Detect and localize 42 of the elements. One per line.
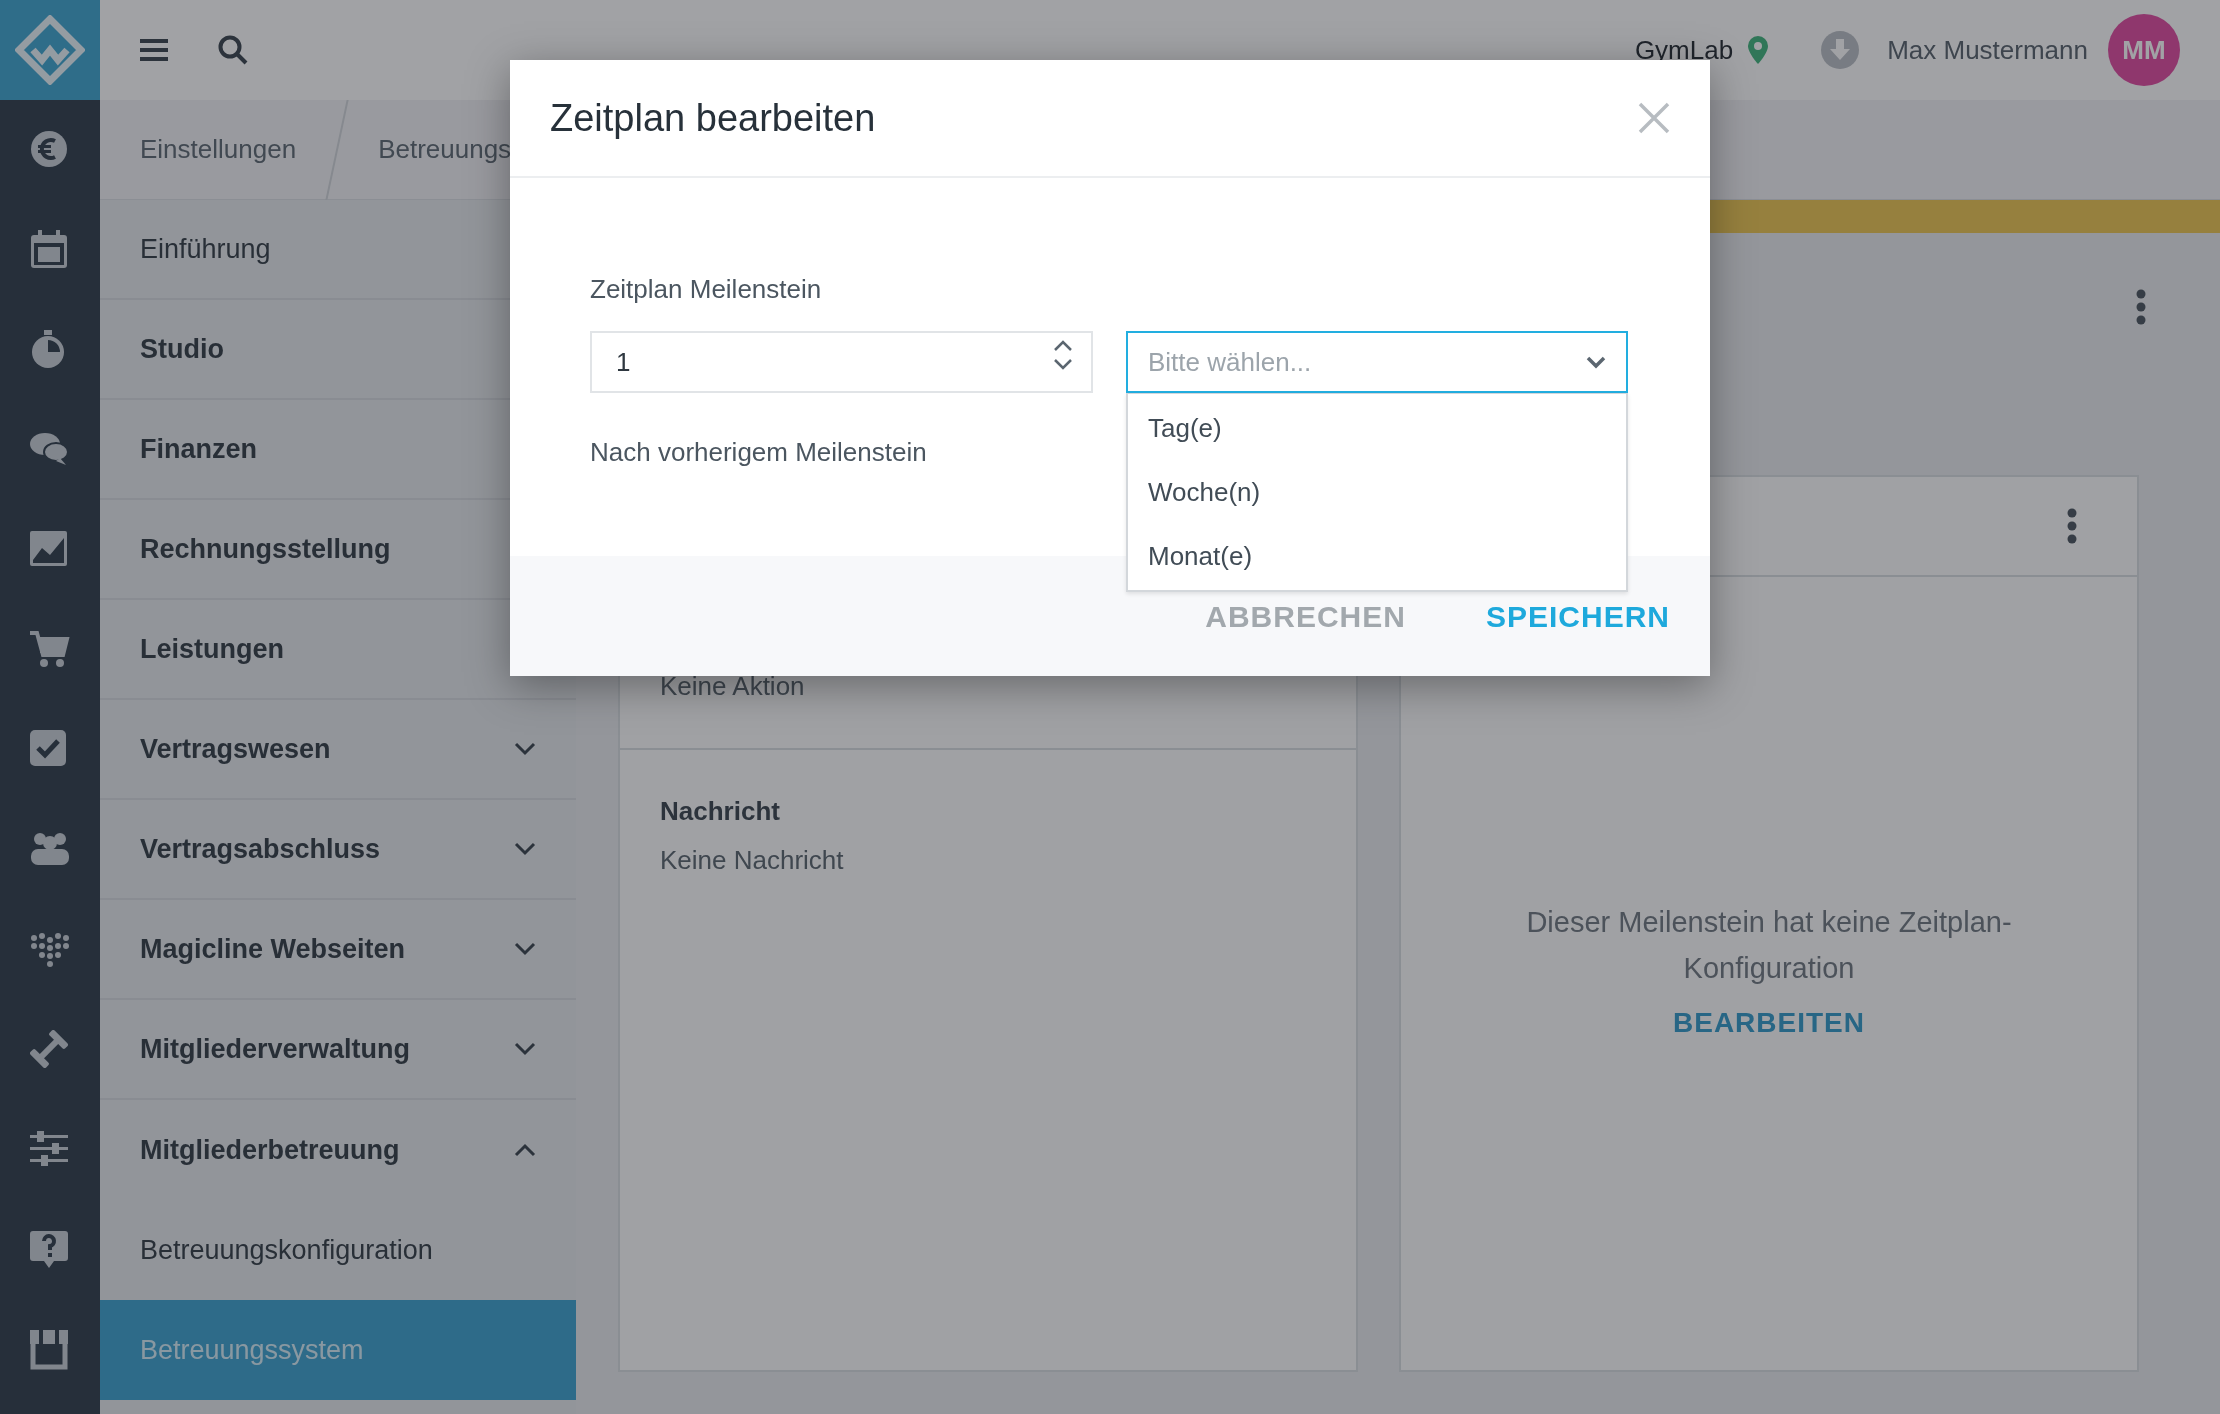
dropdown-option[interactable]: Tag(e) [1128, 396, 1626, 460]
euro-icon[interactable] [30, 130, 70, 170]
chevron-up-icon [514, 1143, 536, 1157]
save-button[interactable]: SPEICHERN [1485, 587, 1670, 645]
field-label: Zeitplan Meilenstein [590, 273, 823, 306]
chevron-down-icon [514, 842, 536, 856]
dialog-title: Zeitplan bearbeiten [550, 95, 877, 141]
help-icon[interactable] [30, 1230, 70, 1270]
edit-link[interactable]: BEARBEITEN [1673, 1001, 1865, 1044]
chevron-down-icon [1586, 355, 1606, 369]
location-pin-icon[interactable] [1747, 36, 1770, 64]
calendar-icon[interactable] [30, 230, 70, 270]
spinner-up-icon[interactable] [1053, 339, 1073, 351]
field-value: Keine Aktion [660, 670, 806, 703]
field-value: Keine Nachricht [660, 844, 845, 877]
spinner-down-icon[interactable] [1053, 359, 1073, 371]
diamond-logo [15, 15, 85, 85]
user-avatar[interactable]: MM [2108, 14, 2180, 86]
user-name[interactable]: Max Mustermann [1887, 30, 2088, 70]
dropdown-option[interactable]: Woche(n) [1128, 460, 1626, 524]
dumbbell-icon[interactable] [30, 1030, 70, 1070]
chevron-down-icon [514, 742, 536, 756]
dots-heart-icon[interactable] [30, 930, 70, 970]
field-heading: Nachricht [660, 795, 781, 828]
cart-icon[interactable] [30, 630, 70, 670]
breadcrumb-link[interactable]: Einstellungen [100, 130, 337, 169]
kebab-menu-icon[interactable] [2136, 289, 2146, 325]
sidebar-item[interactable]: Betreuungskonfiguration [100, 1200, 576, 1300]
dropdown-option[interactable]: Monat(e) [1128, 524, 1626, 588]
kebab-menu-icon[interactable] [2067, 508, 2077, 544]
close-icon [1638, 102, 1670, 134]
search-icon[interactable] [218, 35, 248, 65]
empty-message: Dieser Meilenstein hat keine Zeitplan-Konfiguration [1525, 905, 2013, 987]
chevron-down-icon [514, 942, 536, 956]
chevron-down-icon [514, 1042, 536, 1056]
hint-text: Nach vorherigem Meilenstein [590, 436, 928, 469]
cancel-button[interactable]: ABBRECHEN [1205, 587, 1406, 645]
shop-icon[interactable] [30, 1330, 70, 1370]
select-field[interactable]: Bitte wählen... [1126, 331, 1628, 393]
menu-icon[interactable] [140, 38, 168, 62]
sidebar-item[interactable]: Mitgliederbetreuung [100, 1100, 576, 1200]
number-field[interactable]: 1 [590, 331, 1093, 393]
